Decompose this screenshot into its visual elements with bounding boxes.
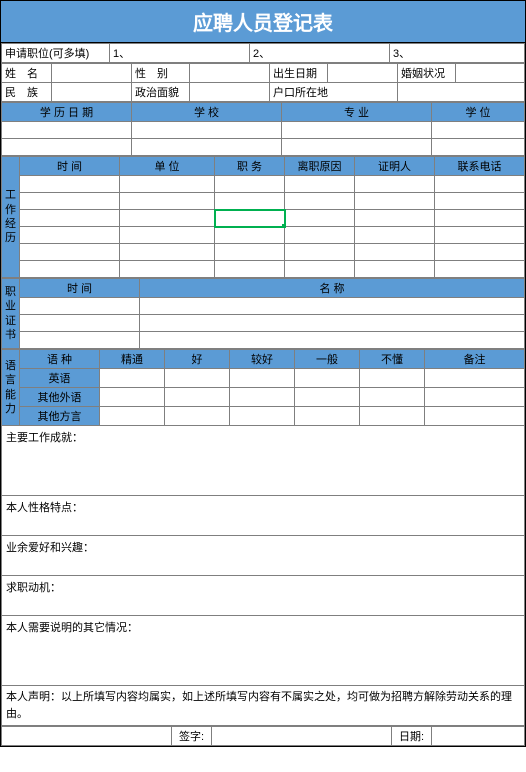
- other-block[interactable]: 本人需要说明的其它情况：: [1, 616, 525, 686]
- birth-value[interactable]: [328, 64, 398, 83]
- sign-pad: [2, 727, 172, 746]
- declare-text: 本人声明：以上所填写内容均属实，如上述所填写内容有不属实之处，均可做为招聘方解除…: [6, 691, 512, 720]
- lang-type-h: 语 种: [20, 350, 100, 369]
- cert-group-text: 职业证书: [5, 286, 16, 341]
- cert-name-h: 名 称: [140, 279, 525, 298]
- lang-c4: 一般: [295, 350, 360, 369]
- marriage-label: 婚姻状况: [398, 64, 456, 83]
- work-unit-h: 单 位: [120, 157, 215, 176]
- date-label: 日期:: [392, 727, 432, 746]
- edu-degree-h: 学 位: [432, 103, 525, 122]
- cert-group-label: 职业证书: [2, 279, 20, 349]
- hobby-block[interactable]: 业余爱好和兴趣：: [1, 536, 525, 576]
- lang-table: 语言能力 语 种 精通 好 较好 一般 不懂 备注 英语 其他外语 其他方言: [1, 349, 525, 426]
- work-row[interactable]: [2, 227, 525, 244]
- lang-c1: 精通: [100, 350, 165, 369]
- motive-label: 求职动机：: [6, 582, 61, 594]
- huji-value[interactable]: [398, 83, 525, 102]
- work-time-h: 时 间: [20, 157, 120, 176]
- work-job-h: 职 务: [215, 157, 285, 176]
- apply-v1[interactable]: 1、: [110, 44, 250, 63]
- cert-row[interactable]: [2, 298, 525, 315]
- lang-r3: 其他方言: [20, 407, 100, 426]
- birth-label: 出生日期: [270, 64, 328, 83]
- date-value[interactable]: [432, 727, 525, 746]
- huji-label: 户口所在地: [270, 83, 398, 102]
- edu-date-h: 学 历 日 期: [2, 103, 132, 122]
- apply-v3[interactable]: 3、: [390, 44, 525, 63]
- personality-block[interactable]: 本人性格特点：: [1, 496, 525, 536]
- edu-school-h: 学 校: [132, 103, 282, 122]
- achieve-block[interactable]: 主要工作成就：: [1, 426, 525, 496]
- name-label: 姓 名: [2, 64, 52, 83]
- registration-form: 应聘人员登记表 申请职位(可多填) 1、 2、 3、 姓 名 性 别 出生日期 …: [0, 0, 526, 747]
- cert-time-h: 时 间: [20, 279, 140, 298]
- basic-info-table: 姓 名 性 别 出生日期 婚姻状况 民 族 政治面貌 户口所在地: [1, 63, 525, 102]
- selected-cell[interactable]: [215, 210, 285, 227]
- work-row[interactable]: [2, 210, 525, 227]
- sign-row: 签字: 日期:: [1, 726, 525, 746]
- work-group-text: 工作经历: [5, 189, 16, 244]
- cert-row[interactable]: [2, 315, 525, 332]
- lang-c3: 较好: [230, 350, 295, 369]
- work-row[interactable]: [2, 193, 525, 210]
- lang-r1: 英语: [20, 369, 100, 388]
- sign-value[interactable]: [212, 727, 392, 746]
- achieve-label: 主要工作成就：: [6, 432, 83, 444]
- edu-row[interactable]: [2, 139, 525, 156]
- gender-value[interactable]: [190, 64, 270, 83]
- motive-block[interactable]: 求职动机：: [1, 576, 525, 616]
- political-label: 政治面貌: [132, 83, 190, 102]
- edu-table: 学 历 日 期 学 校 专 业 学 位: [1, 102, 525, 156]
- apply-row: 申请职位(可多填) 1、 2、 3、: [1, 43, 525, 63]
- apply-label: 申请职位(可多填): [2, 44, 110, 63]
- edu-major-h: 专 业: [282, 103, 432, 122]
- lang-group-text: 语言能力: [5, 360, 16, 415]
- lang-row[interactable]: 英语: [2, 369, 525, 388]
- cert-table: 职业证书 时 间 名 称: [1, 278, 525, 349]
- cert-row[interactable]: [2, 332, 525, 349]
- edu-row[interactable]: [2, 122, 525, 139]
- marriage-value[interactable]: [456, 64, 525, 83]
- ethnic-label: 民 族: [2, 83, 52, 102]
- lang-c2: 好: [165, 350, 230, 369]
- work-phone-h: 联系电话: [435, 157, 525, 176]
- name-value[interactable]: [52, 64, 132, 83]
- ethnic-value[interactable]: [52, 83, 132, 102]
- work-row[interactable]: [2, 176, 525, 193]
- lang-row[interactable]: 其他方言: [2, 407, 525, 426]
- lang-r2: 其他外语: [20, 388, 100, 407]
- personality-label: 本人性格特点：: [6, 502, 83, 514]
- lang-c5: 不懂: [360, 350, 425, 369]
- work-group-label: 工作经历: [2, 157, 20, 278]
- work-table: 工作经历 时 间 单 位 职 务 离职原因 证明人 联系电话: [1, 156, 525, 278]
- political-value[interactable]: [190, 83, 270, 102]
- gender-label: 性 别: [132, 64, 190, 83]
- lang-row[interactable]: 其他外语: [2, 388, 525, 407]
- other-label: 本人需要说明的其它情况：: [6, 622, 138, 634]
- work-row[interactable]: [2, 261, 525, 278]
- sign-label: 签字:: [172, 727, 212, 746]
- declare-block: 本人声明：以上所填写内容均属实，如上述所填写内容有不属实之处，均可做为招聘方解除…: [1, 686, 525, 726]
- lang-c6: 备注: [425, 350, 525, 369]
- hobby-label: 业余爱好和兴趣：: [6, 542, 94, 554]
- work-row[interactable]: [2, 244, 525, 261]
- apply-v2[interactable]: 2、: [250, 44, 390, 63]
- work-reason-h: 离职原因: [285, 157, 355, 176]
- lang-group-label: 语言能力: [2, 350, 20, 426]
- form-title: 应聘人员登记表: [1, 1, 525, 43]
- work-ref-h: 证明人: [355, 157, 435, 176]
